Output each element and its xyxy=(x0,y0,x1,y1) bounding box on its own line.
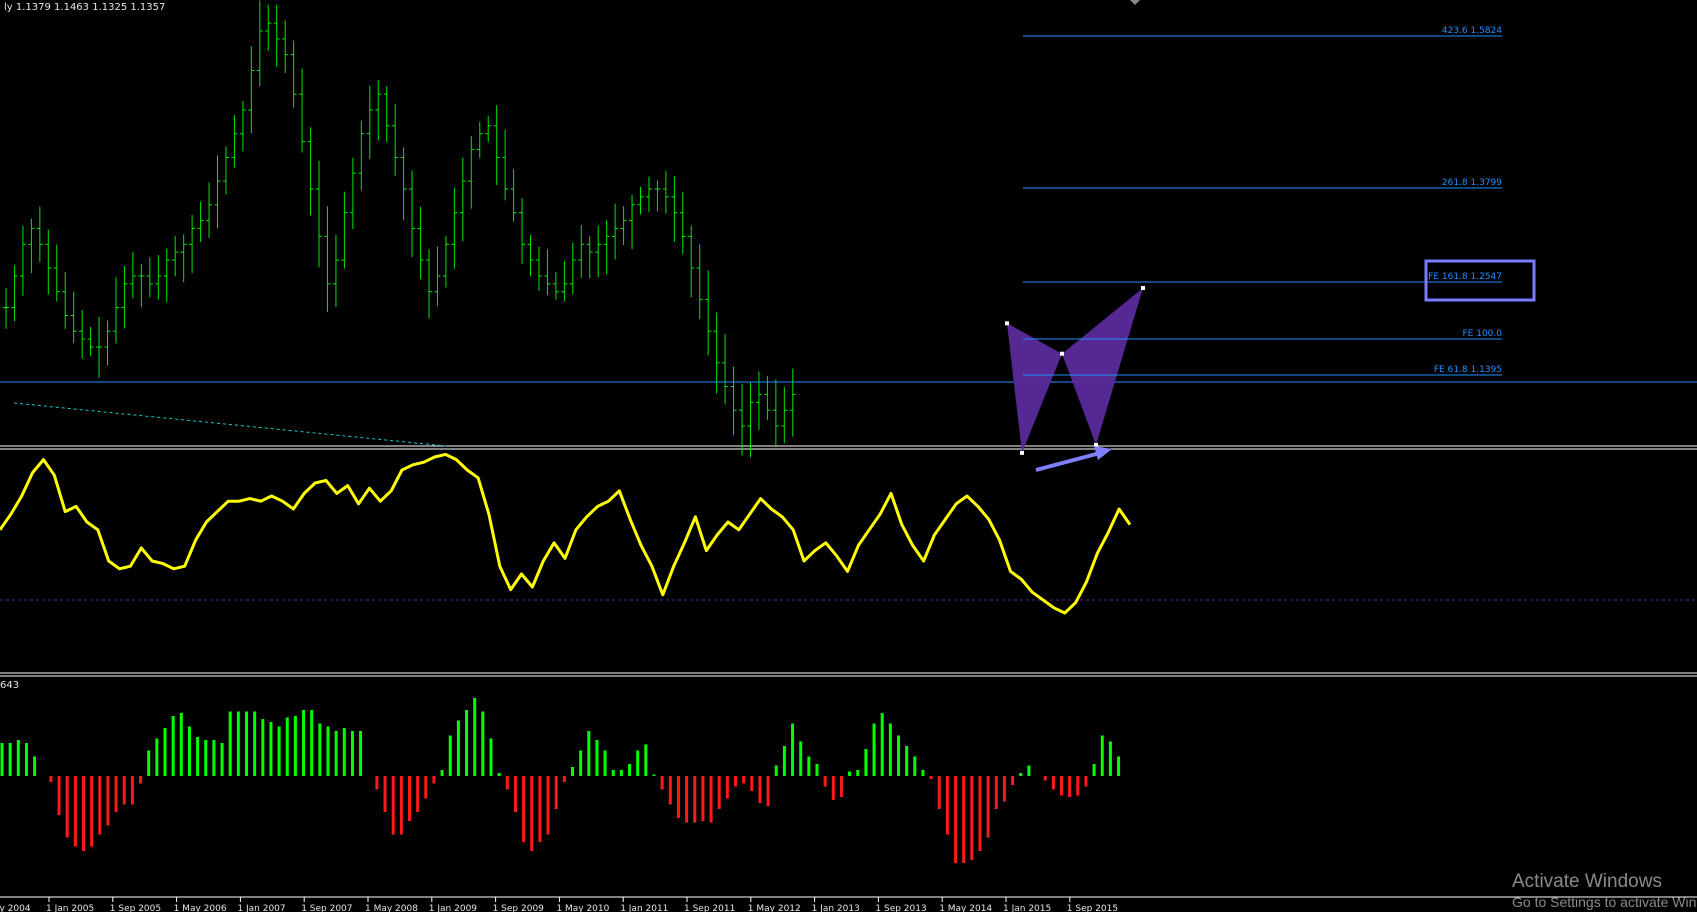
fib-level-label: 261.8 1.3799 xyxy=(1442,178,1502,188)
time-axis-label: 1 May 2008 xyxy=(365,904,418,912)
time-axis-label: 1 Jan 2005 xyxy=(46,904,94,912)
histogram-value-header: 643 xyxy=(0,680,19,691)
pattern-point-b[interactable] xyxy=(1060,351,1064,356)
time-axis-label: 1 Jan 2007 xyxy=(237,904,285,912)
time-axis-label: 1 Sep 2011 xyxy=(684,904,735,912)
time-axis-label: 1 Sep 2013 xyxy=(875,904,926,912)
time-axis-label: 1 Sep 2009 xyxy=(493,904,545,912)
time-axis-label: 1 Sep 2015 xyxy=(1067,904,1118,912)
time-axis-label: 1 Jan 2009 xyxy=(429,904,477,912)
pattern-point-a[interactable] xyxy=(1020,450,1024,455)
symbol-ohlc-header: ly 1.1379 1.1463 1.1325 1.1357 xyxy=(4,2,165,13)
time-axis-label: 1 May 2010 xyxy=(556,904,609,912)
time-axis-label: 1 May 2012 xyxy=(748,904,801,912)
fib-level-label: 423.6 1.5824 xyxy=(1442,26,1502,36)
time-axis-label: 1 Jan 2011 xyxy=(620,904,668,912)
time-axis-label: 1 Jan 2013 xyxy=(812,904,860,912)
time-axis-label: 1 May 2006 xyxy=(174,904,227,912)
chart-canvas[interactable]: ly 1.1379 1.1463 1.1325 1.1357 643 423.6… xyxy=(0,0,1697,912)
fib-level-label: FE 61.8 1.1395 xyxy=(1434,365,1502,375)
time-axis-label: ay 2004 xyxy=(0,904,31,912)
fib-level-label: FE 161.8 1.2547 xyxy=(1428,272,1502,282)
fib-level-label: FE 100.0 xyxy=(1463,329,1503,339)
pattern-point-d[interactable] xyxy=(1141,285,1145,290)
time-axis-label: 1 May 2014 xyxy=(939,904,992,912)
time-axis-label: 1 Sep 2007 xyxy=(301,904,352,912)
pattern-point-x[interactable] xyxy=(1005,321,1009,326)
time-axis-label: 1 Sep 2005 xyxy=(110,904,161,912)
time-axis-label: 1 Jan 2015 xyxy=(1003,904,1051,912)
